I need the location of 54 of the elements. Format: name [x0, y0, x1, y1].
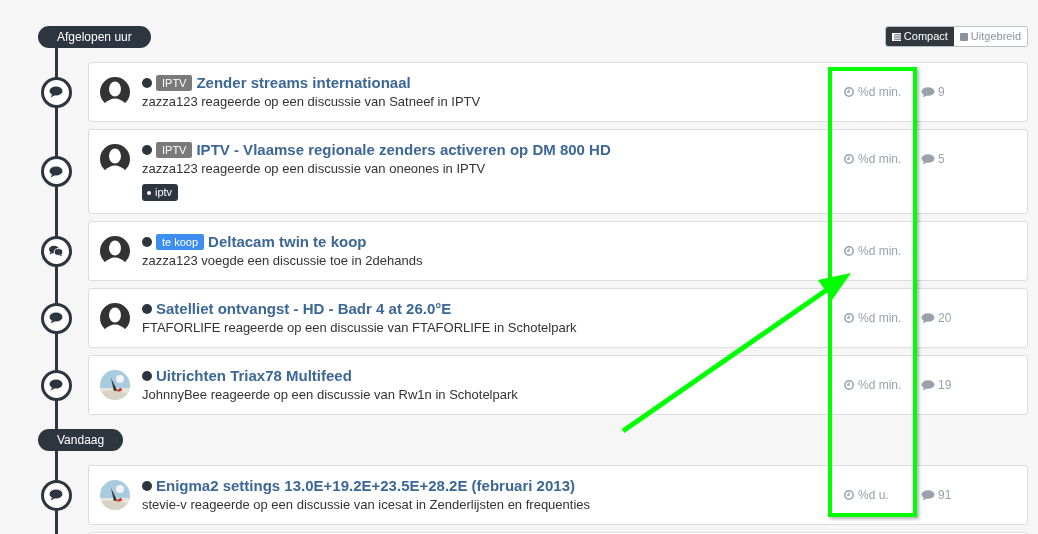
category-label[interactable]: te koop: [156, 234, 205, 250]
reply-count: 19: [938, 377, 952, 394]
time-period-label: Afgelopen uur: [38, 26, 151, 48]
time-period-label: Vandaag: [38, 429, 124, 451]
view-toggle-button[interactable]: Uitgebreid: [953, 27, 1027, 46]
tag-label[interactable]: iptv: [142, 184, 179, 201]
activity-description: FTAFORLIFE reageerde op een discussie van FTAFORLIFE in Schotelpark: [142, 319, 578, 337]
clock-icon: [844, 490, 854, 500]
activity-time: %d min.: [858, 310, 902, 327]
avatar-icon: [100, 144, 130, 174]
reply-count: 9: [938, 84, 945, 101]
activity-time: %d min.: [858, 377, 902, 394]
discussion-title[interactable]: Zender streams internationaal: [196, 73, 411, 93]
clock-icon: [844, 246, 854, 256]
comment-count-icon: [921, 379, 935, 391]
view-toggle-button[interactable]: Compact: [885, 27, 954, 46]
discussion-title[interactable]: Uitrichten Triax78 Multifeed: [156, 366, 352, 386]
activity-description: JohnnyBee reageerde op een discussie van Rw1n in Schotelpark: [142, 386, 519, 404]
square-icon: [959, 32, 968, 41]
clock-icon: [844, 313, 854, 323]
comment-count-icon: [921, 153, 935, 165]
list-icon: [891, 32, 901, 41]
activity-time: %d min.: [858, 151, 902, 168]
avatar-icon: [100, 77, 130, 107]
avatar-icon: [100, 303, 130, 333]
activity-description: zazza123 reageerde op een discussie van oneones in IPTV: [142, 160, 487, 178]
reply-count: 5: [938, 151, 945, 168]
category-label[interactable]: IPTV: [156, 142, 193, 158]
comment-icon: [49, 165, 63, 178]
activity-description: stevie-v reageerde op een discussie van icesat in Zenderlijsten en frequenties: [142, 496, 592, 514]
activity-time: %d min.: [858, 84, 902, 101]
comment-icon: [49, 489, 63, 501]
discussion-title[interactable]: Deltacam twin te koop: [208, 232, 367, 252]
comments-icon: [49, 245, 63, 257]
reply-count: 91: [938, 487, 952, 504]
comment-count-icon: [921, 312, 935, 324]
avatar-icon: [100, 236, 130, 266]
comment-icon: [49, 379, 63, 391]
comment-icon: [49, 312, 63, 324]
discussion-title[interactable]: Enigma2 settings 13.0E+19.2E+23.5E+28.2E (februari 2013): [156, 476, 575, 496]
category-label[interactable]: IPTV: [156, 75, 193, 91]
clock-icon: [844, 380, 854, 390]
reply-count: 20: [938, 310, 952, 327]
comment-count-icon: [921, 489, 935, 501]
discussion-title[interactable]: IPTV - Vlaamse regionale zenders activeren op DM 800 HD: [196, 140, 611, 160]
clock-icon: [844, 87, 854, 97]
comment-icon: [49, 86, 63, 98]
clock-icon: [844, 154, 854, 164]
activity-description: zazza123 voegde een discussie toe in 2dehands: [142, 252, 424, 270]
comment-count-icon: [921, 86, 935, 98]
discussion-title[interactable]: Satelliet ontvangst - HD - Badr 4 at 26.0°E: [156, 299, 452, 319]
activity-description: zazza123 reageerde op een discussie van Satneef in IPTV: [142, 93, 482, 111]
activity-time: %d u.: [858, 487, 889, 504]
activity-time: %d min.: [858, 243, 902, 260]
